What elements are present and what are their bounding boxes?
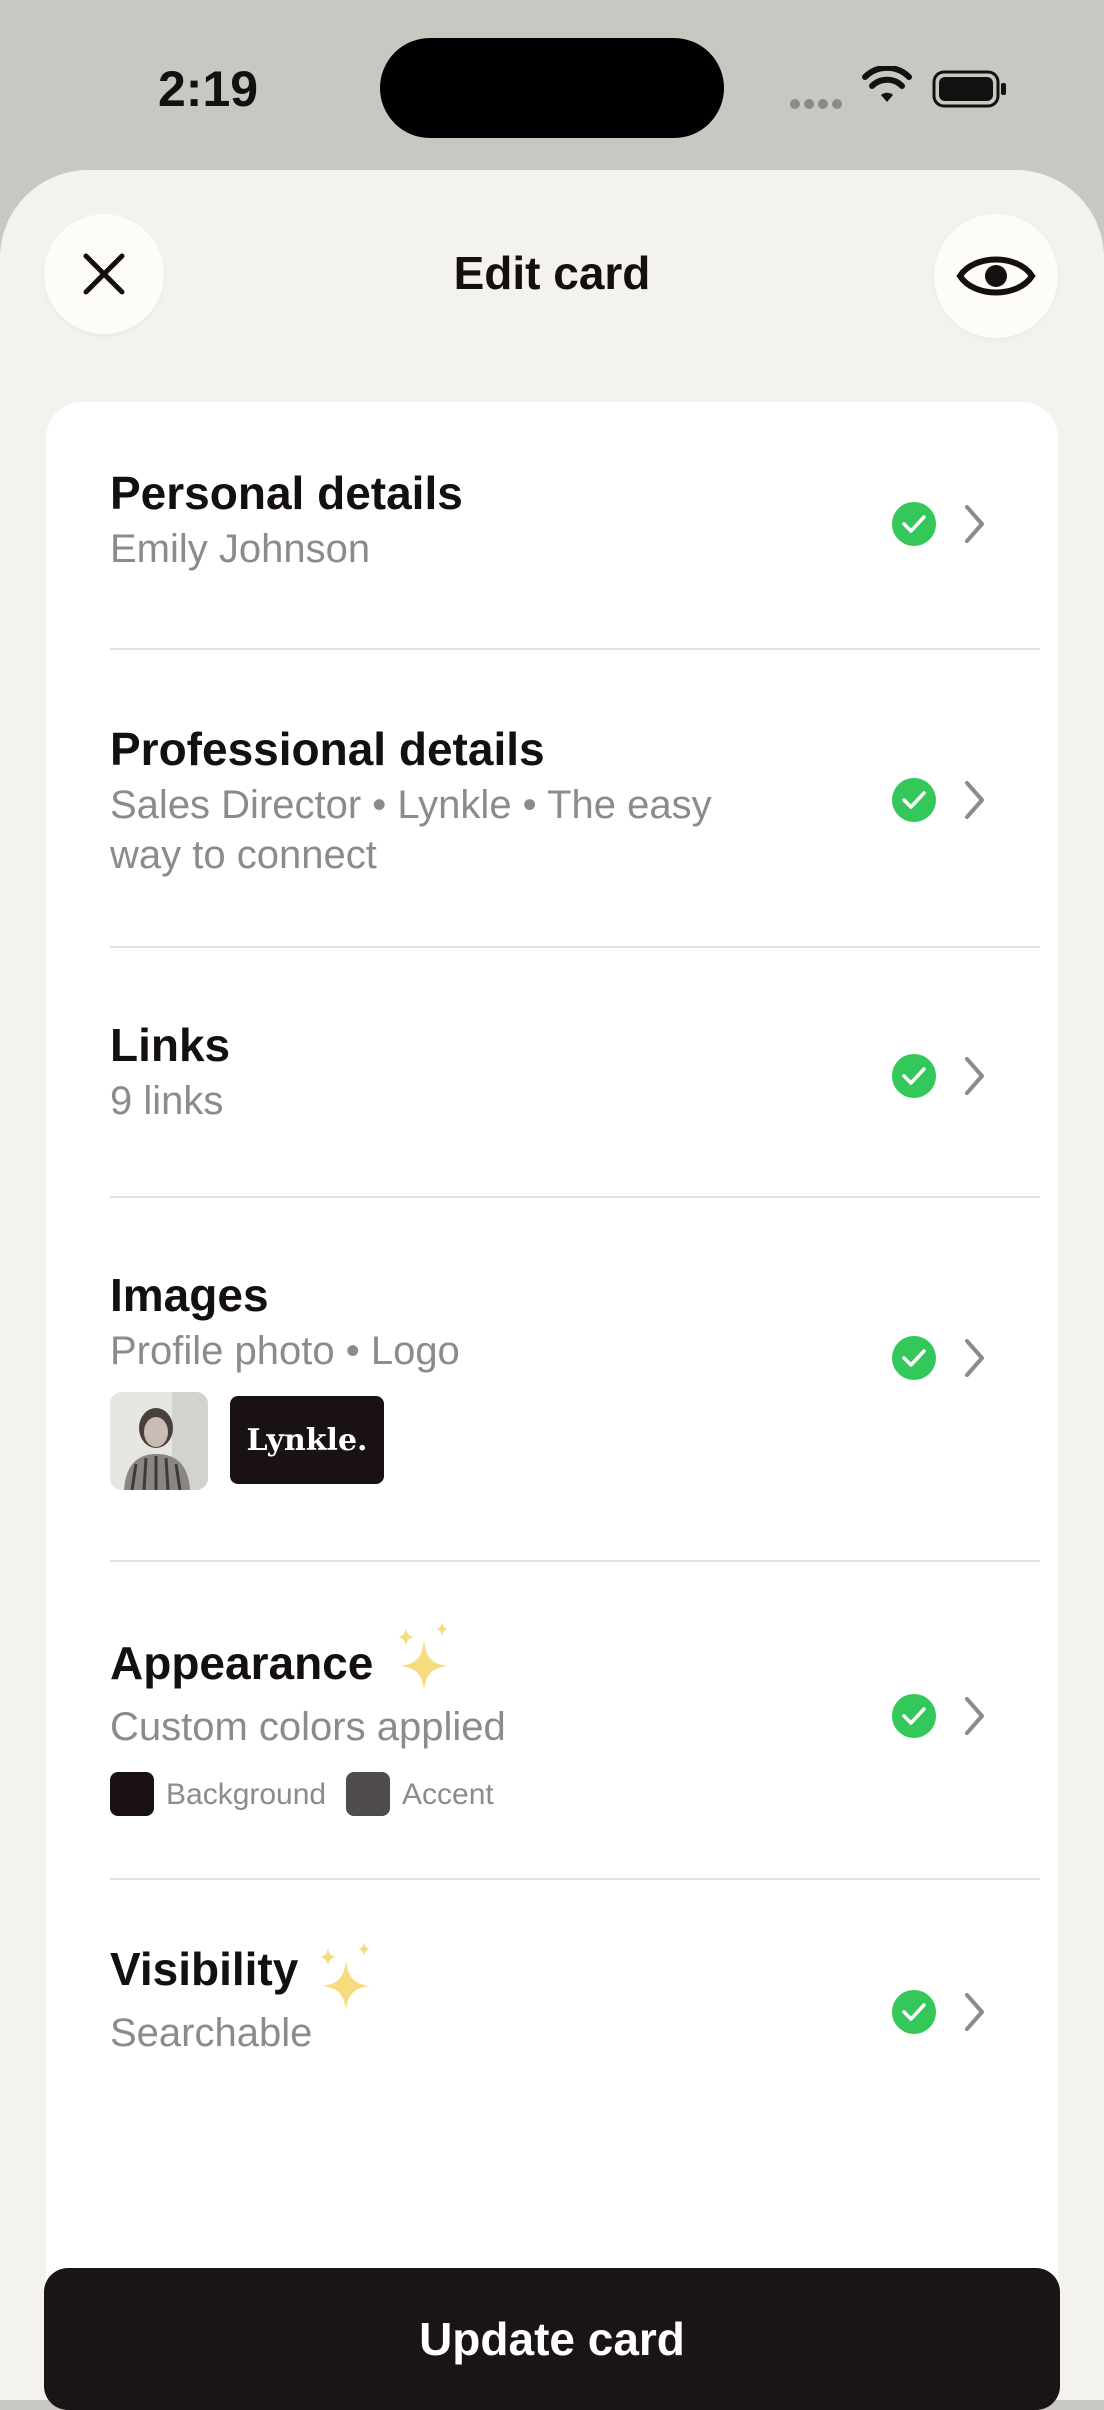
background-color-swatch: [110, 1772, 154, 1816]
accent-color-swatch: [346, 1772, 390, 1816]
profile-photo-thumbnail: [110, 1392, 208, 1490]
section-title: Images: [110, 1269, 269, 1321]
section-title: Appearance: [110, 1637, 374, 1689]
section-links[interactable]: Links 9 links: [110, 946, 1040, 1198]
section-subtitle: Searchable: [110, 2011, 313, 2055]
section-visibility[interactable]: Visibility Searchable: [110, 1878, 1040, 2178]
section-subtitle: Custom colors applied: [110, 1705, 506, 1749]
wifi-icon: [862, 66, 912, 102]
update-card-button[interactable]: Update card: [44, 2268, 1060, 2410]
cellular-signal-icon: [790, 96, 846, 114]
sections-list: Personal details Emily Johnson Professio…: [46, 402, 1058, 2302]
sparkles-icon: [398, 1622, 448, 1690]
eye-icon: [956, 256, 1036, 296]
accent-swatch-label: Accent: [402, 1778, 494, 1811]
check-icon: [892, 1990, 936, 2034]
edit-card-sheet: Edit card Personal details Emily Johnson…: [0, 170, 1104, 2410]
chevron-right-icon: [965, 505, 984, 543]
section-title: Professional details: [110, 723, 545, 775]
check-icon: [892, 1054, 936, 1098]
chevron-right-icon: [965, 781, 984, 819]
chevron-right-icon: [965, 1339, 984, 1377]
section-appearance[interactable]: Appearance Custom colors applied Backgro…: [110, 1560, 1040, 1880]
section-title: Links: [110, 1019, 231, 1071]
section-title: Personal details: [110, 467, 463, 519]
section-subtitle: 9 links: [110, 1079, 224, 1123]
preview-button[interactable]: [934, 214, 1058, 338]
dynamic-island: [380, 38, 724, 138]
section-professional-details[interactable]: Professional details Sales Director • Ly…: [110, 648, 1040, 948]
check-icon: [892, 1336, 936, 1380]
check-icon: [892, 778, 936, 822]
section-personal-details[interactable]: Personal details Emily Johnson: [110, 402, 1040, 650]
chevron-right-icon: [965, 1697, 984, 1735]
section-subtitle: Profile photo • Logo: [110, 1329, 460, 1373]
section-images[interactable]: Images Profile photo • Logo Lynkle.: [110, 1196, 1040, 1562]
section-title: Visibility: [110, 1943, 299, 1995]
section-subtitle: Emily Johnson: [110, 527, 371, 571]
status-time: 2:19: [158, 61, 259, 117]
chevron-right-icon: [965, 1057, 984, 1095]
logo-thumbnail: Lynkle.: [230, 1396, 384, 1484]
battery-icon: [932, 70, 1006, 108]
background-swatch-label: Background: [166, 1778, 327, 1811]
check-icon: [892, 1694, 936, 1738]
sparkles-icon: [320, 1942, 370, 2010]
check-icon: [892, 502, 936, 546]
chevron-right-icon: [965, 1993, 984, 2031]
section-subtitle: Sales Director • Lynkle • The easy way t…: [110, 783, 712, 877]
